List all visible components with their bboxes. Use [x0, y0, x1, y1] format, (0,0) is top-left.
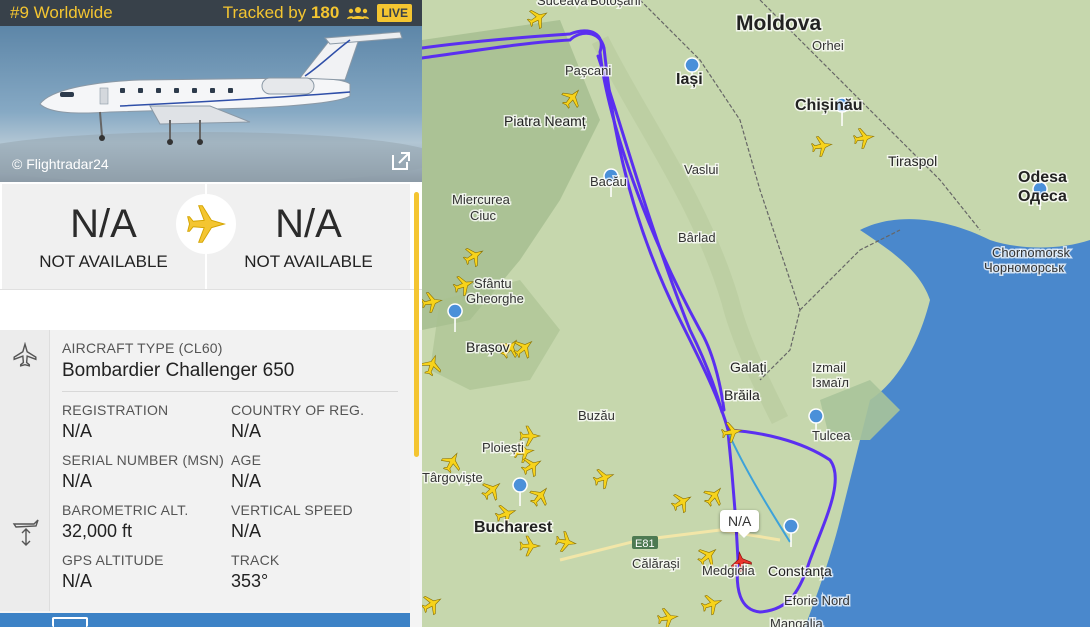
registration-value: N/A — [62, 421, 93, 441]
divider — [62, 391, 398, 392]
map-label-iasi: Iași — [676, 71, 703, 88]
altitude-icon — [12, 519, 39, 546]
map-label-buzau: Buzău — [578, 408, 615, 423]
baro-label: BAROMETRIC ALT. — [62, 502, 189, 518]
panel-header: #9 Worldwide Tracked by 180 LIVE — [0, 0, 422, 26]
photo-credit[interactable]: © Flightradar24 — [12, 156, 109, 172]
tracked-by: Tracked by 180 — [223, 3, 340, 23]
tracked-prefix: Tracked by — [222, 3, 307, 22]
map-label-braila: Brăila — [724, 387, 760, 403]
destination-city: NOT AVAILABLE — [244, 251, 373, 271]
vspeed-label: VERTICAL SPEED — [231, 502, 353, 518]
age-label: AGE — [231, 452, 262, 468]
map-label-pascani: Pașcani — [565, 63, 611, 78]
route-plane-badge — [176, 194, 236, 254]
bottom-toolbar[interactable] — [0, 613, 410, 627]
aircraft-type-label: AIRCRAFT TYPE (CL60) — [62, 340, 398, 356]
country-of-reg: COUNTRY OF REG. N/A — [231, 402, 398, 442]
vspeed-value: N/A — [231, 521, 262, 541]
map-label-ploiesti: Ploiești — [482, 440, 524, 455]
map-label-constanta: Constanța — [768, 563, 832, 579]
aircraft-type-value: Bombardier Challenger 650 — [62, 360, 295, 381]
baro-value: 32,000 ft — [62, 521, 133, 541]
map-label-miercurea: Miercurea — [452, 192, 511, 207]
map-label-bucharest: Bucharest — [474, 519, 553, 536]
aircraft-photo[interactable]: © Flightradar24 — [0, 26, 422, 182]
serial-label: SERIAL NUMBER (MSN) — [62, 452, 224, 468]
gps-altitude: GPS ALTITUDE N/A — [62, 552, 231, 592]
map-label-izmail-cyr: Ізмаїл — [812, 375, 849, 390]
map-label-eforie: Eforie Nord — [784, 593, 850, 608]
aircraft-type-label-text: AIRCRAFT TYPE — [62, 340, 175, 356]
map-label-odesa: Odesa — [1018, 169, 1067, 186]
map-label-mangalia: Mangalia — [770, 616, 824, 627]
map-label-gheorghe: Gheorghe — [466, 291, 524, 306]
origin[interactable]: N/A NOT AVAILABLE — [2, 184, 205, 289]
track: TRACK 353° — [231, 552, 398, 592]
map-label-barlad: Bârlad — [678, 230, 716, 245]
aircraft-callout[interactable]: N/A — [720, 510, 760, 538]
registration-label: REGISTRATION — [62, 402, 169, 418]
map-label-chornomorsk: Chornomorsk — [992, 245, 1071, 260]
map-label-tiraspol: Tiraspol — [888, 153, 937, 169]
aircraft-details: AIRCRAFT TYPE (CL60) Bombardier Challeng… — [0, 330, 422, 611]
age-value: N/A — [231, 471, 262, 491]
country-label: COUNTRY OF REG. — [231, 402, 365, 418]
map-label-brasov: Brașov — [466, 339, 510, 355]
map-label-medgidia: Medgidia — [702, 563, 756, 578]
details-icon-column — [0, 330, 50, 611]
road-sign-e81: E81 — [635, 538, 655, 550]
gps-value: N/A — [62, 571, 93, 591]
airplane-icon — [186, 204, 226, 244]
vertical-speed: VERTICAL SPEED N/A — [231, 502, 398, 542]
spacer — [0, 290, 422, 330]
origin-code: N/A — [70, 201, 137, 246]
aircraft-type-code: (CL60) — [178, 340, 223, 356]
map-label-galati: Galați — [730, 359, 767, 375]
map-label-bacau: Bacău — [590, 174, 627, 189]
live-badge: LIVE — [377, 4, 412, 22]
map-label-moldova: Moldova — [736, 12, 821, 35]
map-label-odesa-cyr: Одеса — [1018, 188, 1067, 205]
track-label: TRACK — [231, 552, 280, 568]
panel-scrollbar[interactable] — [414, 192, 419, 457]
map-label-vaslui: Vaslui — [684, 162, 719, 177]
map-label-tulcea: Tulcea — [812, 428, 851, 443]
map-label-targoviste: Târgoviște — [422, 470, 483, 485]
route-section: N/A NOT AVAILABLE N/A NOT AVAILABLE — [0, 182, 422, 290]
map-label-orhei: Orhei — [812, 38, 844, 53]
rank-label: #9 Worldwide — [10, 3, 113, 22]
map-label-ciuc: Ciuc — [470, 208, 497, 223]
aircraft-type-icon — [13, 343, 37, 367]
age: AGE N/A — [231, 452, 398, 492]
map-label-izmail: Izmail — [812, 360, 846, 375]
barometric-altitude: BAROMETRIC ALT. 32,000 ft — [62, 502, 231, 542]
people-icon — [347, 7, 370, 19]
external-link-icon[interactable] — [390, 150, 412, 172]
track-value: 353° — [231, 571, 269, 591]
gps-label: GPS ALTITUDE — [62, 552, 164, 568]
details-grid: REGISTRATION N/A COUNTRY OF REG. N/A SER… — [62, 402, 398, 592]
map-label-sfantu: Sfântu — [474, 276, 512, 291]
destination-code: N/A — [275, 201, 342, 246]
map-label-botosani: Botoșani — [590, 0, 641, 8]
destination[interactable]: N/A NOT AVAILABLE — [207, 184, 410, 289]
country-value: N/A — [231, 421, 262, 441]
map-label-chornomorsk-cyr: Чорноморськ — [984, 260, 1064, 275]
map-label-suceava: Suceava — [537, 0, 588, 8]
flight-info-panel: #9 Worldwide Tracked by 180 LIVE © Fligh… — [0, 0, 422, 627]
map-label-piatra: Piatra Neamț — [504, 113, 586, 129]
map-label-chisinau: Chișinău — [795, 97, 863, 114]
registration: REGISTRATION N/A — [62, 402, 231, 442]
serial-number: SERIAL NUMBER (MSN) N/A — [62, 452, 231, 492]
details-body: AIRCRAFT TYPE (CL60) Bombardier Challeng… — [50, 330, 410, 611]
map-label-calarasi: Călărași — [632, 556, 680, 571]
tracked-count: 180 — [310, 3, 340, 22]
serial-value: N/A — [62, 471, 93, 491]
toolbar-tab-icon[interactable] — [52, 617, 88, 627]
origin-city: NOT AVAILABLE — [39, 251, 168, 271]
